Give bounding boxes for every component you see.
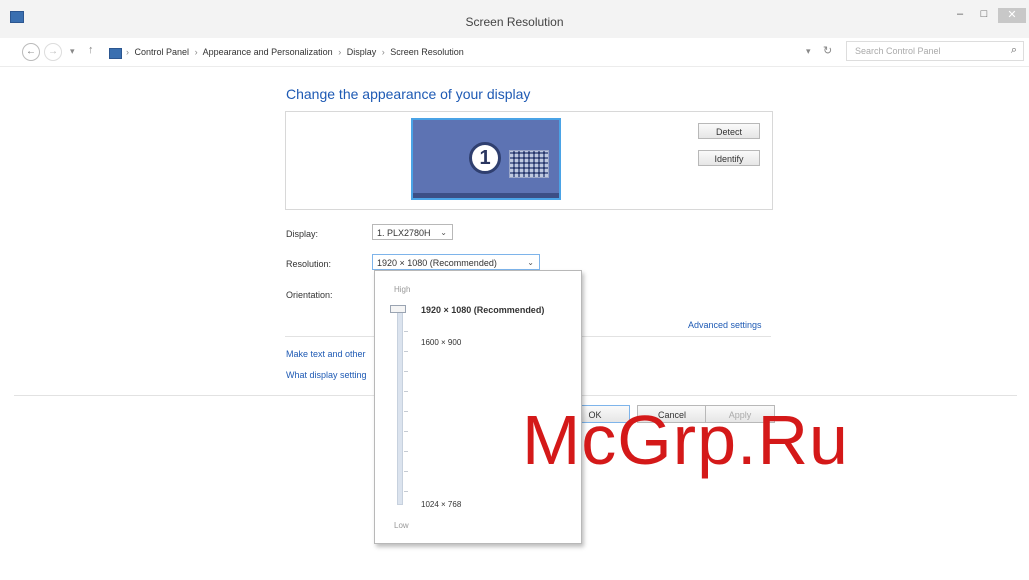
advanced-settings-link[interactable]: Advanced settings	[688, 320, 762, 330]
resolution-option[interactable]: 1920 × 1080 (Recommended)	[421, 305, 544, 315]
breadcrumb-display[interactable]: Display	[347, 47, 377, 57]
chevron-down-icon: ⌄	[440, 228, 447, 237]
minimize-button[interactable]: –	[952, 8, 968, 23]
resolution-option[interactable]: 1600 × 900	[421, 338, 461, 347]
slider-tick	[404, 431, 408, 432]
detect-button[interactable]: Detect	[698, 123, 760, 139]
slider-tick	[404, 491, 408, 492]
resolution-slider-thumb[interactable]	[390, 305, 406, 313]
refresh-button[interactable]: ↻	[823, 44, 832, 57]
breadcrumb: › Control Panel › Appearance and Persona…	[126, 47, 467, 57]
low-label: Low	[394, 521, 409, 530]
address-bar: ← → ▾ ↑ › Control Panel › Appearance and…	[0, 38, 1029, 67]
control-panel-icon	[109, 48, 122, 59]
slider-tick	[404, 351, 408, 352]
address-dropdown-button[interactable]: ▾	[806, 46, 811, 57]
display-select[interactable]: 1. PLX2780H ⌄	[372, 224, 453, 240]
monitor-taskbar	[413, 193, 559, 198]
slider-tick	[404, 411, 408, 412]
watermark: McGrp.Ru	[522, 401, 849, 479]
forward-button[interactable]: →	[44, 43, 62, 61]
monitor-panel: 1 Detect Identify	[285, 111, 773, 210]
slider-tick	[404, 391, 408, 392]
search-placeholder: Search Control Panel	[855, 46, 941, 56]
recent-locations-button[interactable]: ▾	[70, 46, 75, 57]
slider-tick	[404, 471, 408, 472]
breadcrumb-control-panel[interactable]: Control Panel	[135, 47, 190, 57]
breadcrumb-screen-resolution[interactable]: Screen Resolution	[390, 47, 464, 57]
monitor-1[interactable]: 1	[411, 118, 561, 200]
display-select-value: 1. PLX2780H	[377, 228, 431, 238]
display-settings-link[interactable]: What display setting	[286, 370, 367, 380]
resolution-slider-track[interactable]	[397, 309, 403, 505]
close-button[interactable]: ✕	[998, 8, 1026, 23]
up-button[interactable]: ↑	[88, 44, 94, 56]
maximize-button[interactable]: □	[976, 8, 992, 23]
slider-tick	[404, 331, 408, 332]
resolution-option[interactable]: 1024 × 768	[421, 500, 461, 509]
breadcrumb-separator: ›	[338, 47, 342, 57]
display-label: Display:	[286, 229, 319, 239]
chevron-down-icon: ⌄	[527, 258, 534, 267]
slider-tick	[404, 451, 408, 452]
slider-tick	[404, 371, 408, 372]
resolution-select-value: 1920 × 1080 (Recommended)	[377, 258, 497, 268]
breadcrumb-separator: ›	[194, 47, 198, 57]
resolution-select[interactable]: 1920 × 1080 (Recommended) ⌄	[372, 254, 540, 270]
breadcrumb-appearance[interactable]: Appearance and Personalization	[203, 47, 333, 57]
identify-button[interactable]: Identify	[698, 150, 760, 166]
monitor-keypad-icon	[509, 150, 549, 178]
breadcrumb-separator: ›	[126, 47, 129, 57]
orientation-label: Orientation:	[286, 290, 333, 300]
breadcrumb-separator: ›	[381, 47, 385, 57]
monitor-number: 1	[469, 142, 501, 174]
resolution-label: Resolution:	[286, 259, 332, 269]
search-input[interactable]: Search Control Panel ⌕	[846, 41, 1024, 61]
back-button[interactable]: ←	[22, 43, 40, 61]
title-bar: Screen Resolution – □ ✕	[0, 0, 1029, 38]
high-label: High	[394, 285, 411, 294]
window-title: Screen Resolution	[465, 15, 564, 29]
text-size-link[interactable]: Make text and other	[286, 349, 366, 359]
page-title: Change the appearance of your display	[286, 86, 531, 102]
search-icon[interactable]: ⌕	[1011, 44, 1017, 57]
